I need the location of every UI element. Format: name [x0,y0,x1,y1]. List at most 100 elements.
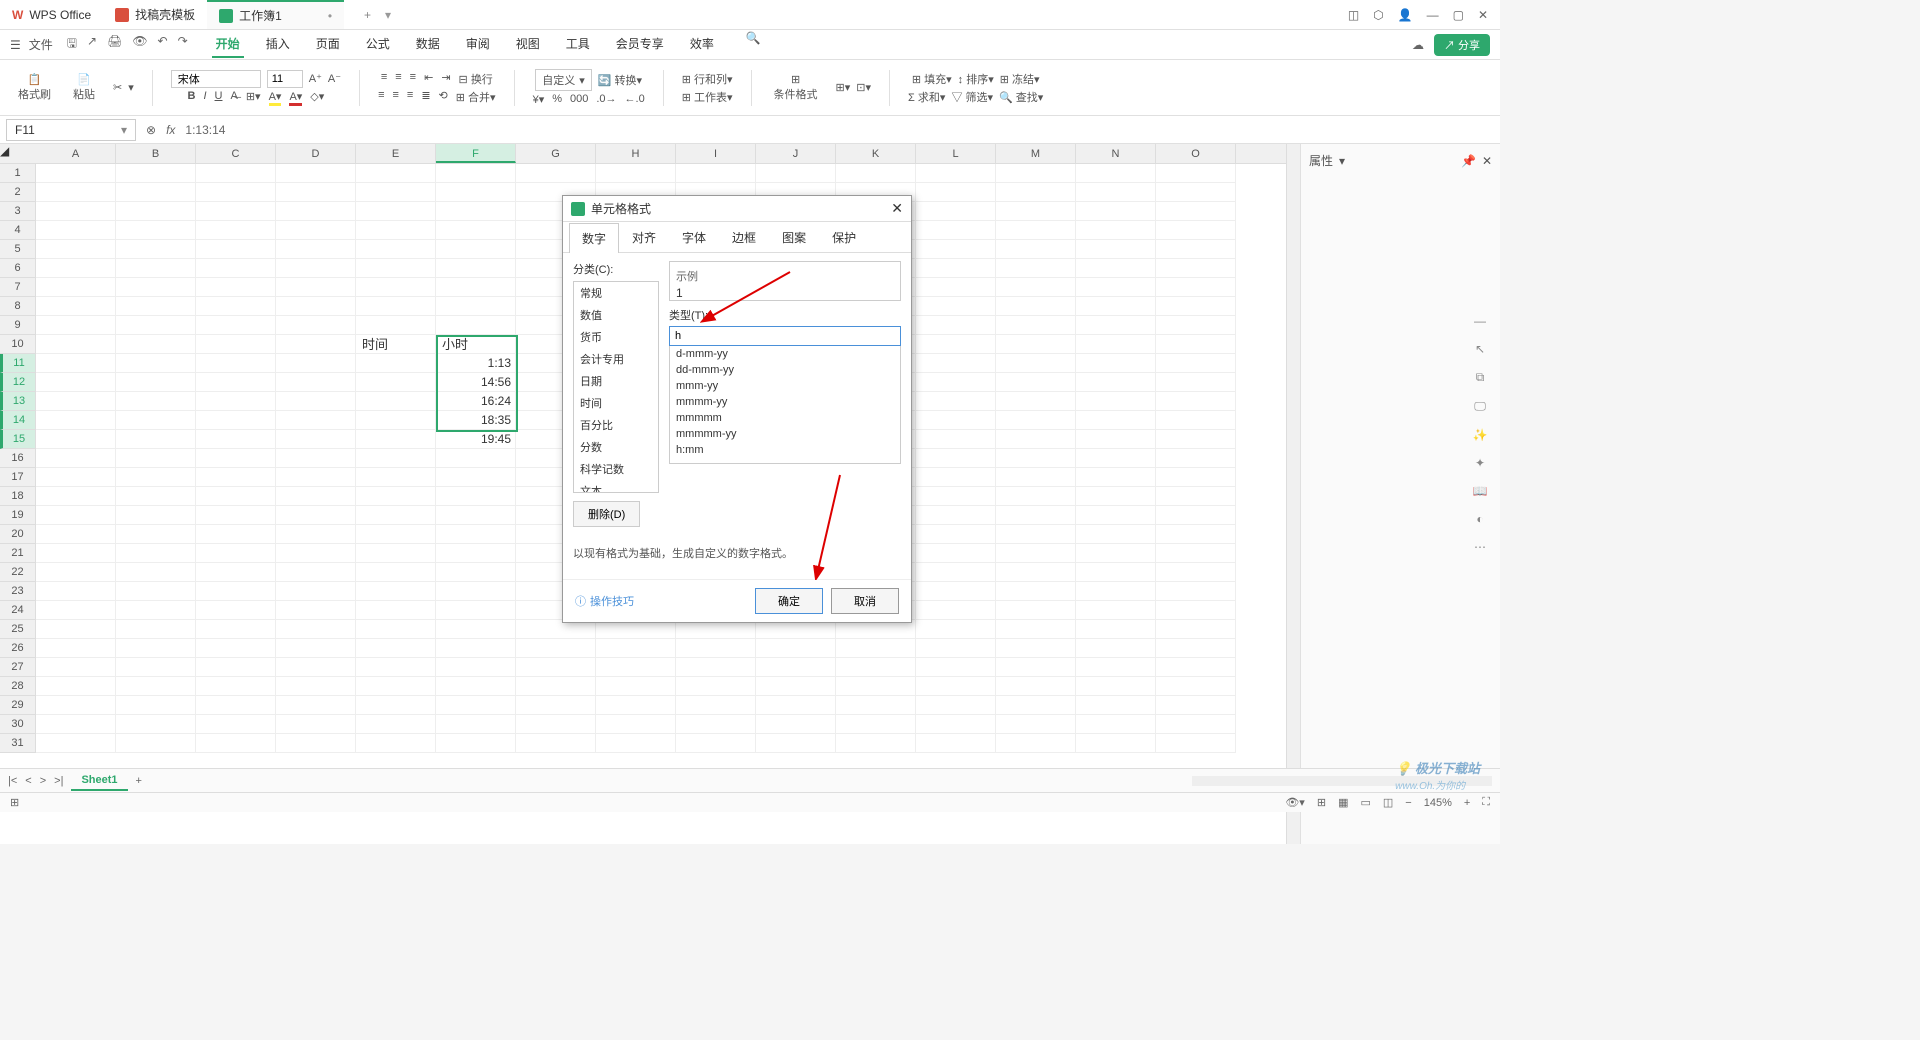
merge-button[interactable]: ⊞ 合并▾ [456,89,496,105]
cell[interactable] [276,715,356,734]
tab-start[interactable]: 开始 [212,31,244,58]
cell[interactable] [356,601,436,620]
cell[interactable] [356,316,436,335]
align-right-icon[interactable]: ≡ [407,89,413,105]
cell[interactable] [916,278,996,297]
col-header[interactable]: F [436,144,516,163]
increase-decimal-icon[interactable]: .0→ [596,93,616,106]
cell[interactable] [356,468,436,487]
cursor-icon[interactable]: ↖ [1475,342,1485,356]
cell[interactable] [1076,658,1156,677]
cell[interactable] [1156,202,1236,221]
user-avatar-icon[interactable]: 👤 [1398,8,1413,22]
book-icon[interactable]: 📖 [1473,484,1488,498]
align-justify-icon[interactable]: ≣ [421,89,430,105]
align-bottom-icon[interactable]: ≡ [410,71,416,87]
cancel-button[interactable]: 取消 [831,588,899,614]
cell[interactable] [836,639,916,658]
underline-icon[interactable]: U [215,90,223,106]
cell[interactable] [1156,354,1236,373]
cell[interactable] [436,221,516,240]
monitor-icon[interactable]: 🖵 [1474,399,1486,414]
cell[interactable] [916,696,996,715]
cell[interactable] [196,278,276,297]
row-header[interactable]: 31 [0,734,35,753]
cell[interactable] [1076,202,1156,221]
cell[interactable] [36,715,116,734]
cell[interactable] [916,392,996,411]
type-option[interactable]: h:mm [670,442,900,458]
cell[interactable] [116,164,196,183]
cell[interactable] [276,620,356,639]
cell[interactable] [1156,468,1236,487]
cell[interactable] [756,677,836,696]
cell[interactable] [436,544,516,563]
cell[interactable] [436,449,516,468]
cell[interactable] [1156,620,1236,639]
redo-icon[interactable]: ↷ [178,34,188,55]
cell[interactable] [1076,715,1156,734]
cell[interactable] [1076,278,1156,297]
cell[interactable] [996,715,1076,734]
cell[interactable] [196,449,276,468]
cell[interactable] [116,449,196,468]
cell[interactable] [356,240,436,259]
cell[interactable] [436,620,516,639]
row-header[interactable]: 28 [0,677,35,696]
comma-icon[interactable]: 000 [570,93,588,106]
cell[interactable] [676,164,756,183]
increase-font-icon[interactable]: A⁺ [309,72,322,85]
view-normal-icon[interactable]: ⊞ [1317,796,1326,809]
cell[interactable] [276,373,356,392]
cell[interactable] [276,335,356,354]
cell[interactable] [756,164,836,183]
cell[interactable] [1076,335,1156,354]
cell[interactable] [756,715,836,734]
cell[interactable] [36,297,116,316]
cell[interactable] [356,563,436,582]
cell[interactable] [36,677,116,696]
cell[interactable] [276,506,356,525]
cell[interactable] [276,354,356,373]
cell[interactable] [996,297,1076,316]
print-icon[interactable]: 🖨 [107,34,122,55]
cell[interactable] [116,183,196,202]
cell[interactable] [116,525,196,544]
worksheet-button[interactable]: ⊞ 工作表▾ [682,89,733,105]
row-header[interactable]: 5 [0,240,35,259]
cell[interactable] [196,392,276,411]
cell[interactable] [36,221,116,240]
cell[interactable] [916,525,996,544]
cell[interactable] [996,335,1076,354]
window-box-icon[interactable]: ⬡ [1373,8,1383,22]
cell[interactable] [1076,449,1156,468]
cell[interactable] [116,221,196,240]
template-tab[interactable]: 找稿壳模板 [103,0,207,29]
col-header[interactable]: B [116,144,196,163]
cell[interactable] [116,316,196,335]
cell[interactable] [916,164,996,183]
type-input[interactable] [669,326,901,346]
cell[interactable] [596,734,676,753]
font-size-select[interactable] [267,70,303,88]
paste-button[interactable]: 📄粘贴 [69,71,99,104]
cell[interactable] [276,696,356,715]
category-item[interactable]: 数值 [574,304,658,326]
align-center-icon[interactable]: ≡ [392,89,398,105]
cell[interactable] [916,354,996,373]
cell[interactable] [276,278,356,297]
cell[interactable] [596,164,676,183]
cell[interactable] [276,202,356,221]
cell[interactable] [1156,411,1236,430]
col-header[interactable]: M [996,144,1076,163]
row-header[interactable]: 22 [0,563,35,582]
category-item[interactable]: 百分比 [574,414,658,436]
cell[interactable] [596,696,676,715]
cell[interactable] [996,278,1076,297]
cell[interactable] [196,715,276,734]
indent-increase-icon[interactable]: ⇥ [441,71,450,87]
cell[interactable] [276,240,356,259]
cell[interactable] [356,164,436,183]
cell[interactable] [116,563,196,582]
cell[interactable] [436,677,516,696]
